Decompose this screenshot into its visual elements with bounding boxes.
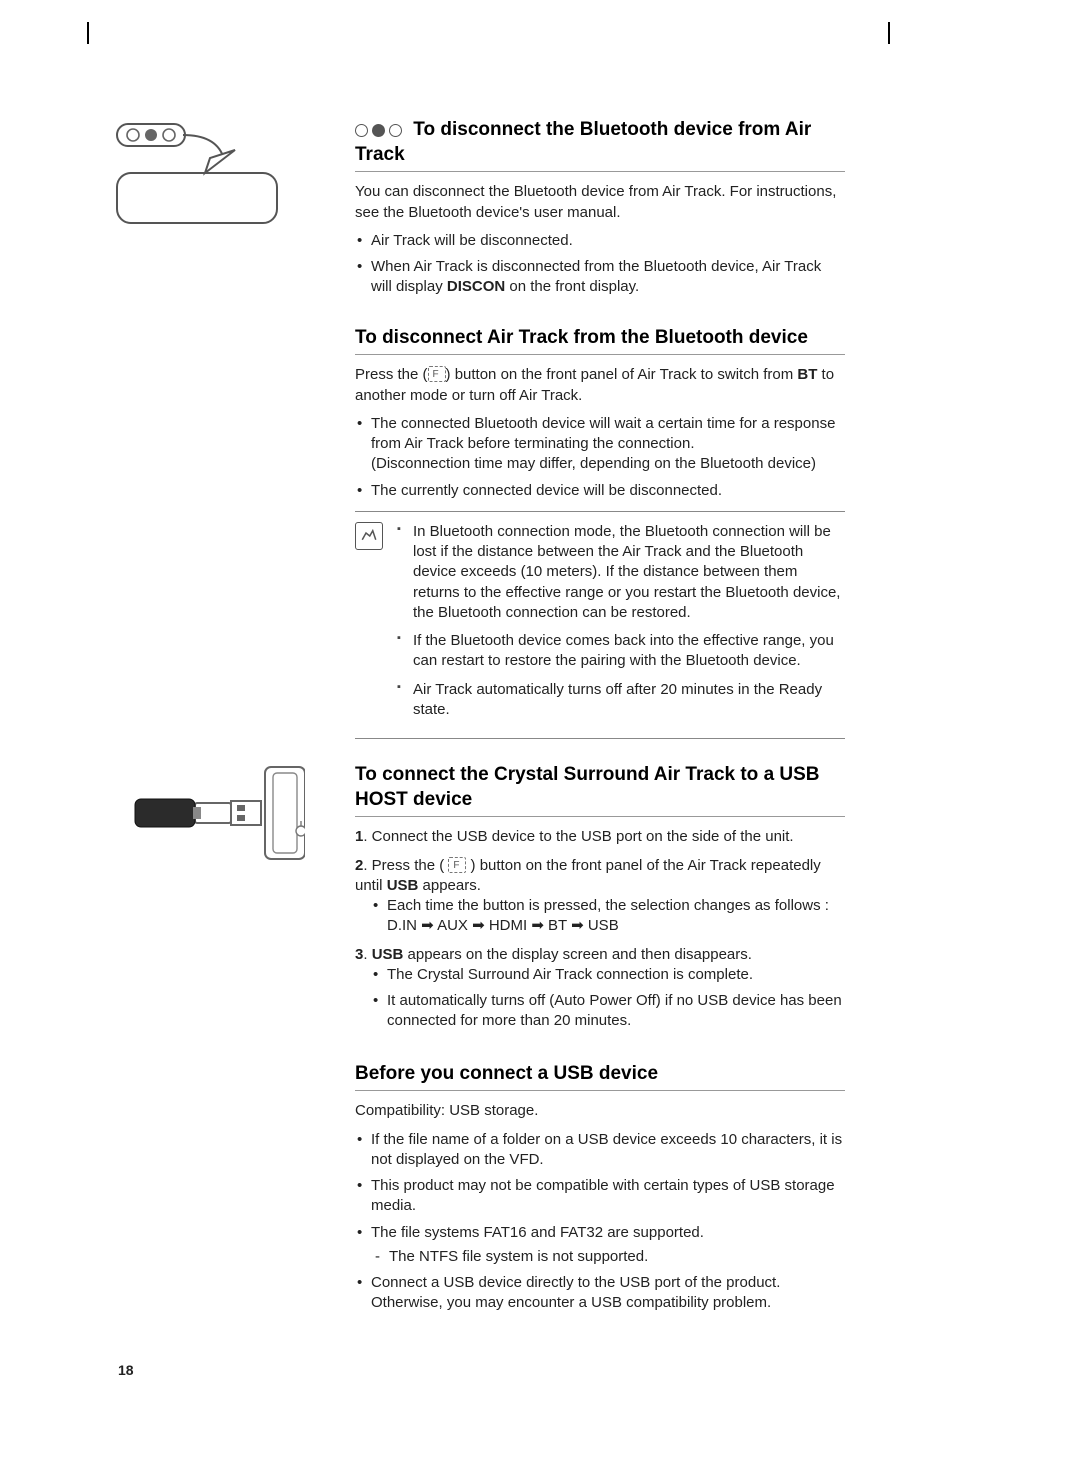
note-item: Air Track automatically turns off after … (395, 680, 845, 721)
step-item: 2. Press the ( ) button on the front pan… (355, 856, 845, 937)
note-icon (355, 522, 383, 550)
list-item: It automatically turns off (Auto Power O… (371, 991, 845, 1032)
function-button-icon (428, 366, 446, 382)
note-item: In Bluetooth connection mode, the Blueto… (395, 522, 845, 623)
body-text: You can disconnect the Bluetooth device … (355, 182, 845, 223)
list-item: The file systems FAT16 and FAT32 are sup… (355, 1223, 845, 1268)
list-item: The currently connected device will be d… (355, 481, 845, 501)
note-item: If the Bluetooth device comes back into … (395, 631, 845, 672)
list-item: Each time the button is pressed, the sel… (371, 896, 845, 937)
section-heading: To disconnect the Bluetooth device from … (355, 118, 845, 172)
body-text: Press the () button on the front panel o… (355, 365, 845, 406)
mode-chain: D.IN ➡ AUX ➡ HDMI ➡ BT ➡ USB (387, 917, 619, 934)
list-item: This product may not be compatible with … (355, 1176, 845, 1217)
dots-icon (355, 124, 402, 137)
page-number: 18 (118, 1362, 134, 1378)
list-item: When Air Track is disconnected from the … (355, 257, 845, 298)
section-heading: Before you connect a USB device (355, 1062, 845, 1092)
list-item: Connect a USB device directly to the USB… (355, 1273, 845, 1314)
bluetooth-illustration (115, 118, 305, 228)
section-heading: To connect the Crystal Surround Air Trac… (355, 763, 845, 817)
function-button-icon (448, 857, 466, 873)
body-text: Compatibility: USB storage. (355, 1101, 845, 1121)
section-heading: To disconnect Air Track from the Bluetoo… (355, 326, 845, 356)
step-item: 3. USB appears on the display screen and… (355, 945, 845, 1032)
crop-marks (0, 22, 1080, 42)
list-item: Air Track will be disconnected. (355, 231, 845, 251)
step-item: 1. Connect the USB device to the USB por… (355, 827, 845, 847)
list-sub-item: The NTFS file system is not supported. (371, 1247, 845, 1267)
list-item: If the file name of a folder on a USB de… (355, 1130, 845, 1171)
note-block: In Bluetooth connection mode, the Blueto… (355, 512, 845, 739)
usb-illustration (115, 763, 305, 863)
list-item: The connected Bluetooth device will wait… (355, 414, 845, 475)
list-item: The Crystal Surround Air Track connectio… (371, 965, 845, 985)
